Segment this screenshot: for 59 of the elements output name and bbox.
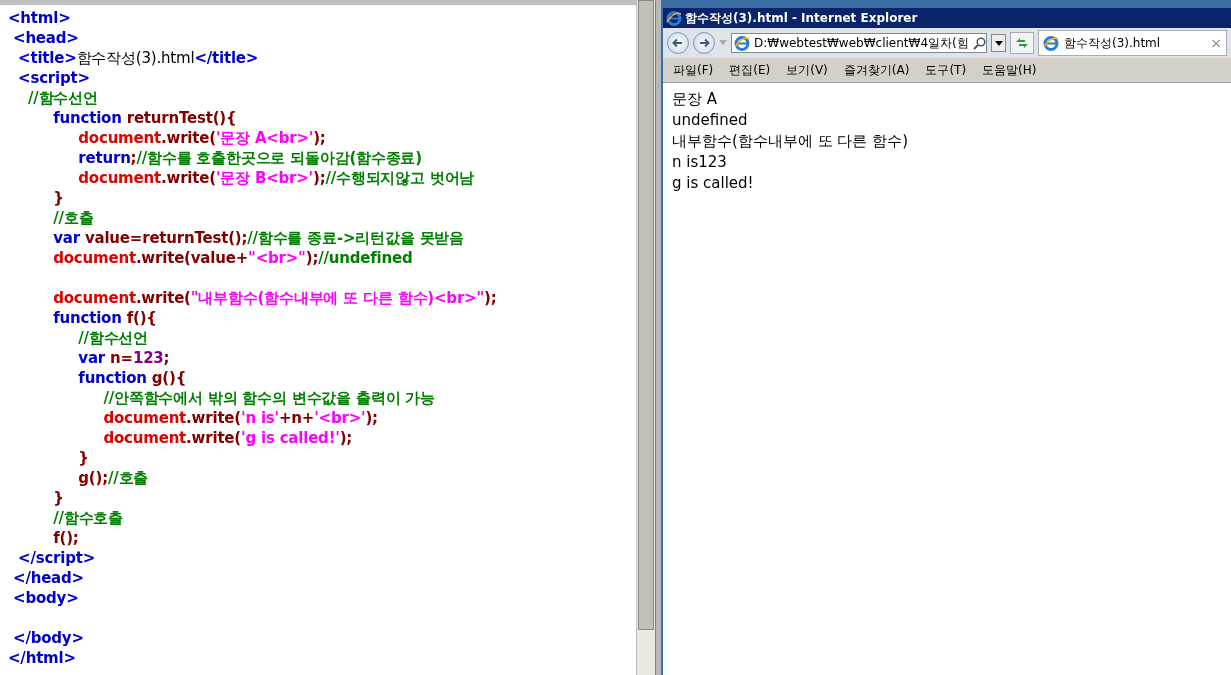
menu-item[interactable]: 편집(E) <box>728 61 772 79</box>
close-tab-button[interactable]: × <box>1210 35 1222 51</box>
code-line: return;//함수를 호출한곳으로 되돌아감(함수종료) <box>77 148 422 168</box>
browser-tab[interactable]: 함수작성(3).html × <box>1038 30 1227 56</box>
forward-arrow-icon <box>698 37 710 49</box>
output-text: n is123 <box>672 152 727 173</box>
refresh-arrows-icon <box>1014 36 1030 50</box>
code-line: document.write(value+"<br>");//undefined <box>52 248 413 268</box>
back-button[interactable] <box>667 32 689 54</box>
code-line: var n=123; <box>77 348 170 368</box>
dropdown-button[interactable] <box>991 34 1006 52</box>
address-field[interactable]: D:₩webtest₩web₩client₩4일차(힘 <box>731 33 987 53</box>
menu-item[interactable]: 보기(V) <box>785 61 829 79</box>
back-arrow-icon <box>672 37 684 49</box>
code-line: //호출 <box>52 208 94 228</box>
menu-item[interactable]: 도움말(H) <box>981 61 1038 79</box>
code-line: //함수선언 <box>27 88 98 108</box>
code-line: </html> <box>8 648 76 668</box>
code-line: } <box>77 448 89 468</box>
scrollbar[interactable] <box>636 0 655 675</box>
code-line: f(); <box>52 528 79 548</box>
window-title: 함수작성(3).html - Internet Explorer <box>685 9 918 27</box>
menu-item[interactable]: 도구(T) <box>924 61 968 79</box>
code-line: <head> <box>12 28 79 48</box>
output-text: 문장 A <box>672 89 718 110</box>
browser-logo-icon <box>1043 35 1059 51</box>
code-line: </script> <box>17 548 96 568</box>
code-line: <script> <box>17 68 90 88</box>
code-line: function g(){ <box>77 368 187 388</box>
code-line: document.write('문장 A<br>'); <box>77 128 326 148</box>
code-line: var value=returnTest();//함수를 종료->리턴값을 못받음 <box>52 228 464 248</box>
code-line: function f(){ <box>52 308 157 328</box>
browser-logo-icon <box>666 10 682 26</box>
code-line: <title>함수작성(3).html</title> <box>17 48 259 68</box>
code-line: //안쪽함수에서 밖의 함수의 변수값을 출력이 가능 <box>102 388 436 408</box>
code-line: document.write('g is called!'); <box>102 428 353 448</box>
code-line: </body> <box>12 628 84 648</box>
code-line: } <box>52 488 64 508</box>
output-text: 내부함수(함수내부에 또 다른 함수) <box>672 131 908 152</box>
code-line: </head> <box>12 568 84 588</box>
code-line: //함수호출 <box>52 508 123 528</box>
search-icon[interactable] <box>973 36 986 50</box>
code-line: <html> <box>8 8 71 28</box>
menu-item[interactable]: 즐겨찾기(A) <box>842 61 911 79</box>
browser-logo-icon <box>734 35 750 51</box>
output-text: undefined <box>672 110 748 131</box>
code-line: document.write('문장 B<br>');//수행되지않고 벗어남 <box>77 168 475 188</box>
caret-icon <box>994 40 1003 46</box>
code-line: function returnTest(){ <box>52 108 237 128</box>
code-line: //함수선언 <box>77 328 149 348</box>
output-text: g is called! <box>672 173 754 194</box>
code-line: <body> <box>12 588 79 608</box>
menu-item[interactable]: 파일(F) <box>672 61 715 79</box>
forward-button[interactable] <box>693 32 715 54</box>
code-line: g();//호출 <box>77 468 149 488</box>
code-line: document.write('n is'+n+'<br>'); <box>102 408 378 428</box>
code-line: } <box>52 188 64 208</box>
code-line: document.write("내부함수(함수내부에 또 다른 함수)<br>"); <box>52 288 497 308</box>
scrollbar-thumb[interactable] <box>638 0 654 630</box>
